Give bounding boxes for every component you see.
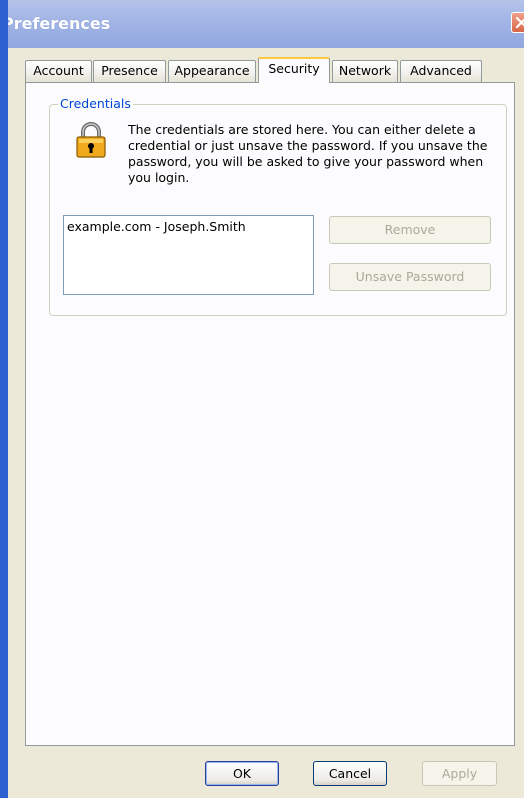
remove-button[interactable]: Remove [329,216,491,244]
apply-button[interactable]: Apply [422,761,497,786]
unsave-password-button[interactable]: Unsave Password [329,263,491,291]
tab-security[interactable]: Security [258,57,330,83]
ok-button[interactable]: OK [205,761,279,786]
window-title: Preferences [2,14,111,33]
padlock-icon [76,122,106,158]
cancel-button[interactable]: Cancel [313,761,387,786]
tab-account[interactable]: Account [25,60,92,82]
title-bar[interactable]: Preferences [2,0,524,48]
preferences-window: Preferences Account Presence Appearance … [0,0,524,798]
tab-network[interactable]: Network [332,60,398,82]
tab-appearance[interactable]: Appearance [168,60,256,82]
tab-presence[interactable]: Presence [93,60,166,82]
credentials-list[interactable]: example.com - Joseph.Smith [63,215,314,295]
close-button[interactable] [511,12,524,33]
credentials-group-title: Credentials [58,96,133,111]
security-panel: Credentials The credentials are stored h… [25,82,515,746]
credentials-description: The credentials are stored here. You can… [128,122,488,185]
list-item[interactable]: example.com - Joseph.Smith [64,216,313,237]
tab-advanced[interactable]: Advanced [400,60,482,82]
close-icon [515,16,524,29]
